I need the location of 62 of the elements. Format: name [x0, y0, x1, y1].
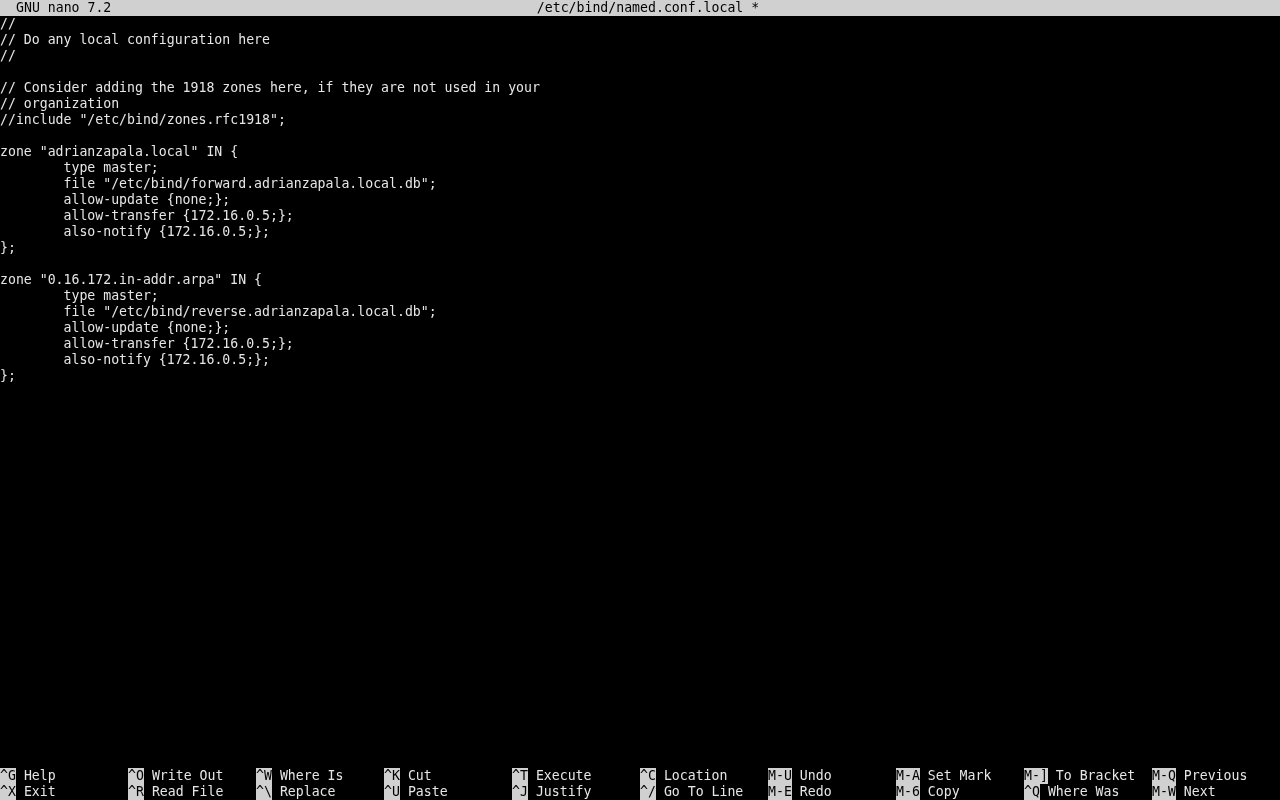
shortcut-key: ^O	[128, 768, 144, 784]
shortcut-key: ^X	[0, 784, 16, 800]
shortcut-label: Replace	[279, 784, 336, 800]
shortcut-label: Redo	[799, 784, 832, 800]
code-line: //include "/etc/bind/zones.rfc1918";	[0, 112, 286, 128]
shortcut-key: M-A	[896, 768, 920, 784]
code-line: file "/etc/bind/forward.adrianzapala.local.db";	[62, 176, 437, 192]
shortcut-key: ^G	[0, 768, 16, 784]
shortcut-label: Cut	[407, 768, 432, 784]
code-line: // Do any local configuration here	[0, 32, 270, 48]
shortcut-key: ^U	[384, 784, 400, 800]
shortcut-key: M-E	[768, 784, 792, 800]
code-line: also-notify {172.16.0.5;};	[62, 224, 270, 240]
shortcut-label: Location	[663, 768, 728, 784]
shortcut-key: ^/	[640, 784, 656, 800]
code-line: file "/etc/bind/reverse.adrianzapala.local.db";	[62, 304, 437, 320]
code-line: allow-transfer {172.16.0.5;};	[62, 208, 294, 224]
shortcut-label: Justify	[535, 784, 592, 800]
shortcut-key: ^C	[640, 768, 656, 784]
shortcut-key: M-W	[1152, 784, 1176, 800]
code-line: zone "0.16.172.in-addr.arpa" IN {	[0, 272, 262, 288]
shortcut-key: ^K	[384, 768, 400, 784]
code-line: // organization	[0, 96, 120, 112]
shortcut-label: Copy	[927, 784, 960, 800]
code-line: };	[0, 368, 16, 384]
shortcut-label: Where Is	[279, 768, 344, 784]
shortcut-label: Next	[1183, 784, 1216, 800]
shortcut-key: ^T	[512, 768, 528, 784]
app-version: GNU nano 7.2	[16, 0, 112, 16]
code-line: type master;	[62, 160, 159, 176]
shortcut-label: Exit	[23, 784, 56, 800]
shortcut-label: Go To Line	[663, 784, 744, 800]
shortcut-label: Undo	[799, 768, 832, 784]
shortcut-key: ^W	[256, 768, 272, 784]
shortcut-key: ^J	[512, 784, 528, 800]
code-line: zone "adrianzapala.local" IN {	[0, 144, 239, 160]
shortcut-label: Read File	[151, 784, 224, 800]
code-line: allow-update {none;};	[62, 192, 231, 208]
shortcut-label: Set Mark	[927, 768, 992, 784]
shortcut-label: Execute	[535, 768, 592, 784]
shortcut-key: ^R	[128, 784, 144, 800]
file-name: /etc/bind/named.conf.local *	[536, 0, 760, 16]
code-line: };	[0, 240, 16, 256]
shortcut-label: Write Out	[151, 768, 224, 784]
code-line: // Consider adding the 1918 zones here, if they are not used in your	[0, 80, 540, 96]
shortcut-label: Previous	[1183, 768, 1248, 784]
shortcut-label: To Bracket	[1055, 768, 1136, 784]
shortcut-key: ^Q	[1024, 784, 1040, 800]
code-line: type master;	[62, 288, 159, 304]
code-line: allow-update {none;};	[62, 320, 231, 336]
code-line: //	[0, 16, 16, 32]
shortcut-label: Where Was	[1047, 784, 1120, 800]
shortcut-key: ^\	[256, 784, 272, 800]
shortcut-key: M-Q	[1152, 768, 1176, 784]
shortcut-key: M-]	[1024, 768, 1048, 784]
code-line: //	[0, 48, 16, 64]
code-line: also-notify {172.16.0.5;};	[62, 352, 270, 368]
shortcut-key: M-U	[768, 768, 792, 784]
shortcut-label: Help	[23, 768, 56, 784]
shortcut-label: Paste	[407, 784, 448, 800]
shortcut-key: M-6	[896, 784, 920, 800]
code-line: allow-transfer {172.16.0.5;};	[62, 336, 294, 352]
